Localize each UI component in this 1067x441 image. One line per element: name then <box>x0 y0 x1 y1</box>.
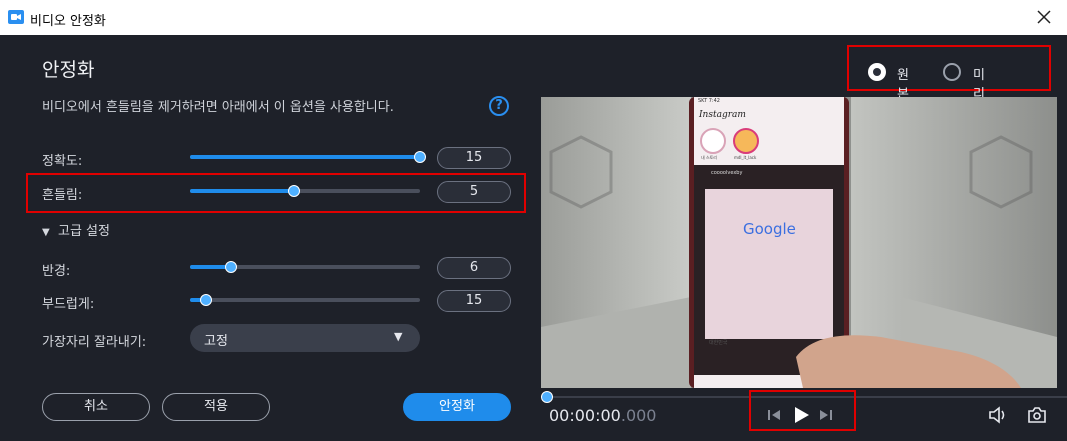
close-icon[interactable] <box>1032 5 1056 29</box>
story-user-2: mdl_lt_lack <box>734 155 757 160</box>
accuracy-slider-thumb[interactable] <box>414 151 426 163</box>
timecode: 00:00:00.000 <box>549 406 656 425</box>
smoothness-slider-thumb[interactable] <box>200 294 213 306</box>
accuracy-label: 정확도: <box>42 154 83 169</box>
playhead[interactable] <box>541 391 553 403</box>
edge-crop-selected-value: 고정 <box>204 334 228 349</box>
accuracy-slider-fill <box>190 155 420 159</box>
radius-value-field[interactable]: 6 <box>437 257 511 279</box>
timecode-main: 00:00:00 <box>549 406 621 425</box>
shakiness-highlight-box <box>26 173 526 213</box>
play-icon[interactable] <box>791 405 811 425</box>
panel-heading: 안정화 <box>42 59 95 81</box>
accuracy-slider[interactable] <box>190 151 426 163</box>
timecode-ms: .000 <box>620 406 657 425</box>
radius-slider[interactable] <box>190 261 420 273</box>
story-user-1: 내 스토리 <box>701 155 717 160</box>
window-title: 비디오 안정화 <box>30 14 106 29</box>
phone-footer-text: 대한민국 <box>709 340 728 346</box>
next-frame-icon[interactable] <box>818 407 834 423</box>
radius-slider-thumb[interactable] <box>225 261 238 273</box>
video-preview: SKT 7:42 Instagram 내 스토리 mdl_lt_lack coo… <box>541 97 1057 388</box>
phone-app-name: Instagram <box>699 110 746 120</box>
advanced-settings-toggle[interactable]: ▼ 고급 설정 <box>42 220 110 239</box>
volume-icon[interactable] <box>988 406 1008 424</box>
video-camera-icon <box>8 10 24 24</box>
panel-description: 비디오에서 흔들림을 제거하려면 아래에서 이 옵션을 사용합니다. <box>42 100 394 115</box>
previous-frame-icon[interactable] <box>766 407 782 423</box>
title-bar: 비디오 안정화 <box>0 0 1067 35</box>
edge-crop-label: 가장자리 잘라내기: <box>42 335 147 350</box>
advanced-settings-label: 고급 설정 <box>58 224 110 239</box>
smoothness-value-field[interactable]: 15 <box>437 290 511 312</box>
edge-crop-select[interactable]: 고정 ▼ <box>190 324 420 352</box>
preview-radio[interactable] <box>943 63 961 81</box>
smoothness-label: 부드럽게: <box>42 297 95 312</box>
apply-button[interactable]: 적용 <box>162 393 270 421</box>
video-frame <box>541 97 1057 388</box>
post-user: coooolvexby <box>711 170 743 176</box>
phone-status-bar: SKT 7:42 <box>698 98 720 104</box>
help-icon[interactable]: ? <box>489 96 509 116</box>
google-logo: Google <box>743 220 796 238</box>
accuracy-value-field[interactable]: 15 <box>437 147 511 169</box>
chevron-down-icon: ▼ <box>394 330 403 343</box>
original-radio[interactable] <box>868 63 886 81</box>
chevron-down-icon: ▼ <box>42 227 50 238</box>
radius-label: 반경: <box>42 264 71 279</box>
snapshot-camera-icon[interactable] <box>1027 406 1047 424</box>
cancel-button[interactable]: 취소 <box>42 393 150 421</box>
smoothness-slider[interactable] <box>190 294 420 306</box>
stabilize-button[interactable]: 안정화 <box>403 393 511 421</box>
